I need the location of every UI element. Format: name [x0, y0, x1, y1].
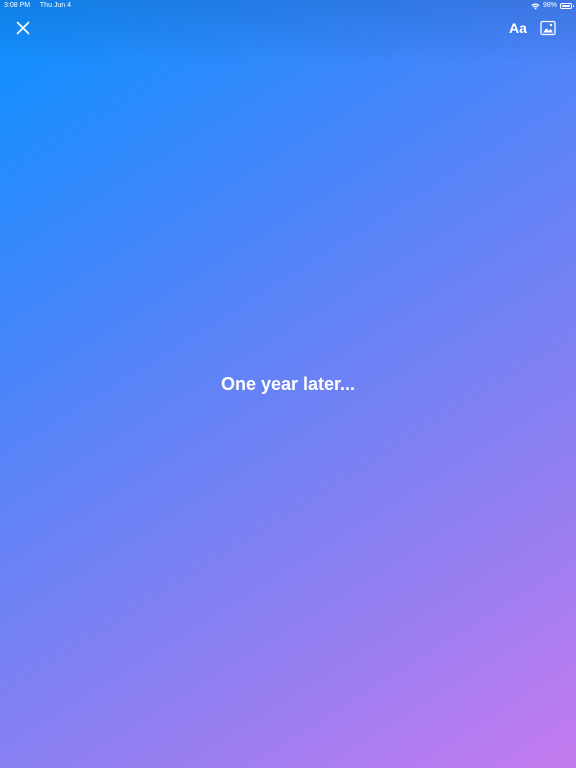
status-bar: 3:08 PM Thu Jun 4 98%: [0, 0, 576, 12]
status-time: 3:08 PM: [4, 2, 31, 9]
battery-icon: [560, 3, 574, 9]
wifi-icon: [531, 2, 540, 10]
status-date: Thu Jun 4: [39, 2, 72, 9]
close-icon: [16, 21, 30, 35]
text-style-button[interactable]: Aa: [506, 18, 530, 38]
story-text-input[interactable]: One year later...: [0, 372, 576, 396]
image-button[interactable]: [539, 19, 557, 37]
image-icon: [540, 20, 556, 36]
close-button[interactable]: [13, 18, 33, 38]
battery-percent: 98%: [542, 2, 557, 9]
status-left: 3:08 PM Thu Jun 4: [4, 0, 79, 12]
battery-level: [562, 5, 570, 7]
status-right: 98%: [531, 0, 574, 12]
battery-nub: [572, 5, 574, 7]
